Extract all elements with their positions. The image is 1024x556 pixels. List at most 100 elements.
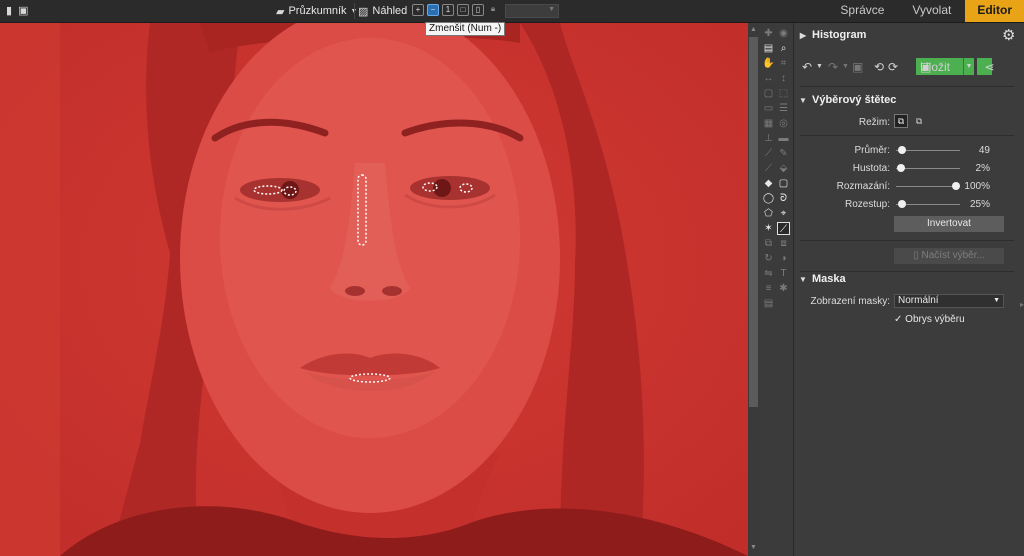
text-icon[interactable]: T	[777, 267, 790, 280]
selection-brush-icon[interactable]: ⟋	[777, 222, 790, 235]
histogram-header[interactable]: ▶ Histogram	[794, 25, 1016, 45]
frame-icon[interactable]: ▭	[762, 102, 775, 115]
histogram-tool-icon[interactable]: ▤	[762, 42, 775, 55]
copy-icon[interactable]: ⧉	[762, 237, 775, 250]
magic-wand-icon[interactable]: ✶	[762, 222, 775, 235]
tool-strip: ✚ ◉ ▤ ⌕ ✋ ⌗ ↔ ↕ ▢ ⬚ ▭ ☰ ▦ ◎ ⊥ ▬ ⟋ ✎ ⟋ ⬙ …	[759, 23, 794, 556]
ellipse-select-icon[interactable]: ◯	[762, 192, 775, 205]
divider	[800, 86, 1014, 87]
scroll-thumb[interactable]	[749, 37, 758, 407]
rect-select-icon[interactable]: ▢	[777, 177, 790, 190]
history-icon[interactable]: ▣	[852, 58, 863, 76]
save-button[interactable]: ▣ Uložit ▼	[916, 58, 974, 75]
eyedropper-icon[interactable]: ✚	[762, 27, 775, 40]
zoom-fit-icon[interactable]: □	[457, 4, 469, 16]
stamp-icon[interactable]: ⊥	[762, 132, 775, 145]
line-icon[interactable]: ⟋	[762, 147, 775, 160]
density-slider-knob[interactable]	[897, 164, 906, 172]
preview-button[interactable]: ▨ Náhled	[358, 3, 407, 19]
zoom-actual-size-icon[interactable]: 1	[442, 4, 454, 16]
mask-display-select[interactable]: Normální ▼	[894, 294, 1004, 308]
photo-canvas[interactable]	[0, 23, 748, 556]
diameter-label: Průměr:	[854, 145, 890, 156]
search-icon[interactable]: ⌕	[777, 42, 790, 55]
mode-subtract-icon[interactable]: ⧉	[912, 114, 926, 128]
settings-icon[interactable]: ✱	[777, 282, 790, 295]
polygon-lasso-icon[interactable]: ⬠	[762, 207, 775, 220]
crop-icon[interactable]: ⌗	[777, 57, 790, 70]
zoom-fill-icon[interactable]: ▯	[472, 4, 484, 16]
list-icon[interactable]: ≡	[762, 282, 775, 295]
flip-icon[interactable]: ⇋	[762, 267, 775, 280]
tab-develop[interactable]: Vyvolat	[898, 0, 965, 22]
checkmark-icon: ✓	[894, 314, 903, 325]
chevron-down-icon[interactable]: ▼	[963, 58, 974, 75]
tab-manager[interactable]: Správce	[826, 0, 898, 22]
blend-icon[interactable]: ◑	[777, 252, 790, 265]
add-folder-icon[interactable]: ▣	[18, 4, 28, 17]
pen-icon[interactable]: ✎	[777, 147, 790, 160]
blur-label: Rozmazání:	[836, 181, 890, 192]
rotate-left-icon[interactable]: ⟲	[874, 58, 884, 76]
top-toolbar: ▮ ▣ ▰ Průzkumník ▼ ▨ Náhled + − 1 □ ▯ 🔒︎…	[0, 0, 1024, 23]
loop-icon[interactable]: ↻	[762, 252, 775, 265]
hide-panels-icon[interactable]: ▮	[6, 4, 12, 17]
explorer-button[interactable]: ▰ Průzkumník ▼	[276, 3, 357, 19]
bucket-icon[interactable]: ⬙	[777, 162, 790, 175]
spacing-slider-knob[interactable]	[897, 200, 906, 208]
panel-toggle-icon[interactable]: ▸	[1020, 300, 1024, 309]
layers-icon[interactable]: ☰	[777, 102, 790, 115]
share-button[interactable]: ⋖	[977, 58, 995, 75]
invert-button[interactable]: Invertovat	[894, 216, 1004, 232]
tab-editor[interactable]: Editor	[965, 0, 1024, 22]
zoom-in-icon[interactable]: +	[412, 4, 424, 16]
grid-icon[interactable]: ▦	[762, 117, 775, 130]
spacing-label: Rozestup:	[844, 199, 890, 210]
density-slider[interactable]	[896, 168, 960, 169]
paste-icon[interactable]: ⧈	[777, 237, 790, 250]
rotate-right-icon[interactable]: ⟳	[888, 58, 898, 76]
chevron-down-icon[interactable]: ▼	[816, 58, 823, 76]
tag-icon[interactable]: ◆	[762, 177, 775, 190]
outline-checkbox[interactable]: ✓ Obrys výběru	[894, 314, 965, 325]
lasso-icon[interactable]: ᘐ	[777, 192, 790, 205]
magnetic-lasso-icon[interactable]: ⌖	[777, 207, 790, 220]
toolbar-divider	[354, 3, 355, 19]
image-icon: ▨	[358, 5, 369, 18]
zoom-out-icon[interactable]: −	[427, 4, 439, 16]
resize-vertical-icon[interactable]: ↕	[777, 72, 790, 85]
mode-add-icon[interactable]: ⧉	[894, 114, 908, 128]
explorer-label: Průzkumník	[288, 5, 347, 17]
brush-header[interactable]: ▼ Výběrový štětec	[794, 90, 1016, 110]
diameter-slider-knob[interactable]	[897, 146, 906, 154]
undo-icon[interactable]: ↶	[802, 58, 812, 76]
divider	[800, 135, 1014, 136]
density-value: 2%	[975, 163, 990, 174]
lock-icon[interactable]: 🔒︎	[487, 4, 499, 16]
canvas-icon[interactable]: ▢	[762, 87, 775, 100]
vertical-scrollbar[interactable]: ▲ ▼	[748, 23, 759, 556]
load-selection-button[interactable]: ▯ Načíst výběr...	[894, 248, 1004, 264]
gear-icon[interactable]: ⚙	[1002, 26, 1015, 44]
blur-slider-knob[interactable]	[952, 182, 960, 190]
right-panel: ▶ Histogram ⚙ ↶ ▼ ↷ ▼ ▣ ⟲ ⟳ ▣ Uložit ▼ ⋖…	[794, 23, 1024, 556]
scroll-down-icon[interactable]: ▼	[749, 543, 758, 553]
blur-value: 100%	[964, 181, 990, 192]
blur-slider[interactable]	[896, 186, 960, 187]
collapse-triangle-icon: ▼	[799, 95, 807, 105]
resize-horizontal-icon[interactable]: ↔	[762, 72, 775, 85]
zoom-select[interactable]: ▼	[505, 4, 559, 18]
transform-icon[interactable]: ⬚	[777, 87, 790, 100]
redo-icon[interactable]: ↷	[828, 58, 838, 76]
brush-icon[interactable]: ⟋	[762, 162, 775, 175]
eraser-icon[interactable]: ▬	[777, 132, 790, 145]
panel-icon[interactable]: ▤	[762, 297, 775, 310]
collapse-triangle-icon: ▼	[799, 274, 807, 284]
scroll-up-icon[interactable]: ▲	[749, 25, 758, 35]
chevron-down-icon[interactable]: ▼	[842, 58, 849, 76]
mask-header[interactable]: ▼ Maska	[794, 269, 1016, 289]
visibility-icon[interactable]: ◎	[777, 117, 790, 130]
eye-icon[interactable]: ◉	[777, 27, 790, 40]
tooltip: Zmenšit (Num -)	[425, 22, 506, 36]
hand-icon[interactable]: ✋	[762, 57, 775, 70]
